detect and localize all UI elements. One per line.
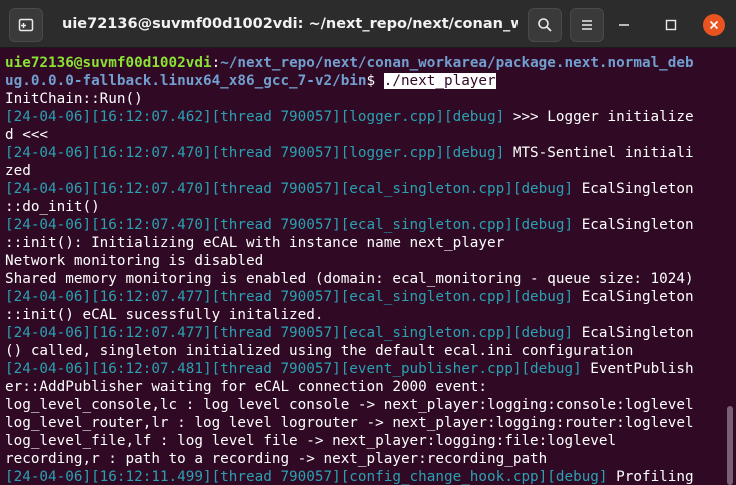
log-prefix: [24-04-06][16:12:07.462][thread 790057][… [5,109,505,125]
output-line: ::init(): Initializing eCAL with instanc… [5,234,724,252]
log-text: EcalSingleton [573,325,694,341]
output-line: InitChain::Run() [5,90,724,108]
new-tab-icon [18,18,34,32]
output-line: er::AddPublisher waiting for eCAL connec… [5,378,724,396]
output-line: log_level_file,lf : log level file -> ne… [5,432,724,450]
search-icon [538,18,552,32]
log-text: d <<< [5,127,49,143]
log-text: ::do_init() [5,199,100,215]
scrollbar[interactable] [724,48,736,485]
log-prefix: [24-04-06][16:12:07.470][thread 790057][… [5,145,505,161]
close-button[interactable] [703,14,725,36]
title-bar: uie72136@suvmf00d1002vdi: ~/next_repo/ne… [0,0,736,48]
search-button[interactable] [528,8,562,42]
log-text: >>> Logger initialize [504,109,694,125]
prompt-path-continued: ug.0.0.0-fallback.linux64_x86_gcc_7-v2/b… [5,73,367,89]
prompt-line: uie72136@suvmf00d1002vdi:~/next_repo/nex… [5,54,724,72]
output-line: [24-04-06][16:12:07.470][thread 790057][… [5,216,724,234]
output-line: [24-04-06][16:12:07.470][thread 790057][… [5,144,724,162]
output-line: log_level_console,lc : log level console… [5,396,724,414]
log-text: log_level_console,lc : log level console… [5,397,694,413]
log-text: er::AddPublisher waiting for eCAL connec… [5,379,488,395]
log-text: recording,r : path to a recording -> nex… [5,451,548,467]
prompt-line-continued: ug.0.0.0-fallback.linux64_x86_gcc_7-v2/b… [5,72,724,90]
output-line: ::do_init() [5,198,724,216]
log-text: MTS-Sentinel initiali [504,145,694,161]
output-line: [24-04-06][16:12:07.481][thread 790057][… [5,360,724,378]
output-line: () called, singleton initialized using t… [5,342,724,360]
output-lines: InitChain::Run()[24-04-06][16:12:07.462]… [5,90,724,485]
output-line: recording,r : path to a recording -> nex… [5,450,724,468]
log-prefix: [24-04-06][16:12:07.477][thread 790057][… [5,289,574,305]
log-text: zed [5,163,31,179]
menu-button[interactable] [570,8,604,42]
prompt-path: ~/next_repo/next/conan_workarea/package.… [220,55,694,71]
window-title: uie72136@suvmf00d1002vdi: ~/next_repo/ne… [62,16,518,32]
log-text: ::init() eCAL sucessfully initalized. [5,307,324,323]
prompt-user: uie72136@suvmf00d1002vdi [5,55,212,71]
output-line: [24-04-06][16:12:07.470][thread 790057][… [5,180,724,198]
maximize-button[interactable] [660,14,682,36]
command-text: ./next_player [383,73,496,89]
log-text: Profiling [607,469,694,485]
output-line: zed [5,162,724,180]
log-text: EcalSingleton [573,217,694,233]
log-prefix: [24-04-06][16:12:07.470][thread 790057][… [5,217,574,233]
output-line: log_level_router,lr : log level logroute… [5,414,724,432]
hamburger-menu-icon [582,20,592,30]
minimize-button[interactable] [613,14,635,36]
log-text: log_level_file,lf : log level file -> ne… [5,433,617,449]
prompt-separator: : [211,55,221,71]
new-tab-button[interactable] [9,8,43,42]
log-text: EventPublish [581,361,694,377]
log-prefix: [24-04-06][16:12:07.477][thread 790057][… [5,325,574,341]
terminal-output[interactable]: uie72136@suvmf00d1002vdi:~/next_repo/nex… [0,48,724,485]
prompt-dollar: $ [366,73,384,89]
output-line: Shared memory monitoring is enabled (dom… [5,270,724,288]
output-line: ::init() eCAL sucessfully initalized. [5,306,724,324]
maximize-icon [665,19,677,31]
close-icon [709,20,719,30]
output-line: [24-04-06][16:12:07.462][thread 790057][… [5,108,724,126]
output-line: [24-04-06][16:12:07.477][thread 790057][… [5,324,724,342]
log-prefix: [24-04-06][16:12:11.499][thread 790057][… [5,469,608,485]
output-line: [24-04-06][16:12:11.499][thread 790057][… [5,468,724,485]
log-text: log_level_router,lr : log level logroute… [5,415,694,431]
log-text: () called, singleton initialized using t… [5,343,634,359]
log-prefix: [24-04-06][16:12:07.470][thread 790057][… [5,181,574,197]
log-prefix: [24-04-06][16:12:07.481][thread 790057][… [5,361,582,377]
output-line: Network monitoring is disabled [5,252,724,270]
output-line: [24-04-06][16:12:07.477][thread 790057][… [5,288,724,306]
log-text: EcalSingleton [573,289,694,305]
log-text: Network monitoring is disabled [5,253,264,269]
log-text: InitChain::Run() [5,91,143,107]
minimize-icon [619,24,629,26]
log-text: ::init(): Initializing eCAL with instanc… [5,235,505,251]
scrollbar-thumb[interactable] [727,406,733,485]
log-text: Shared memory monitoring is enabled (dom… [5,271,694,287]
output-line: d <<< [5,126,724,144]
log-text: EcalSingleton [573,181,694,197]
